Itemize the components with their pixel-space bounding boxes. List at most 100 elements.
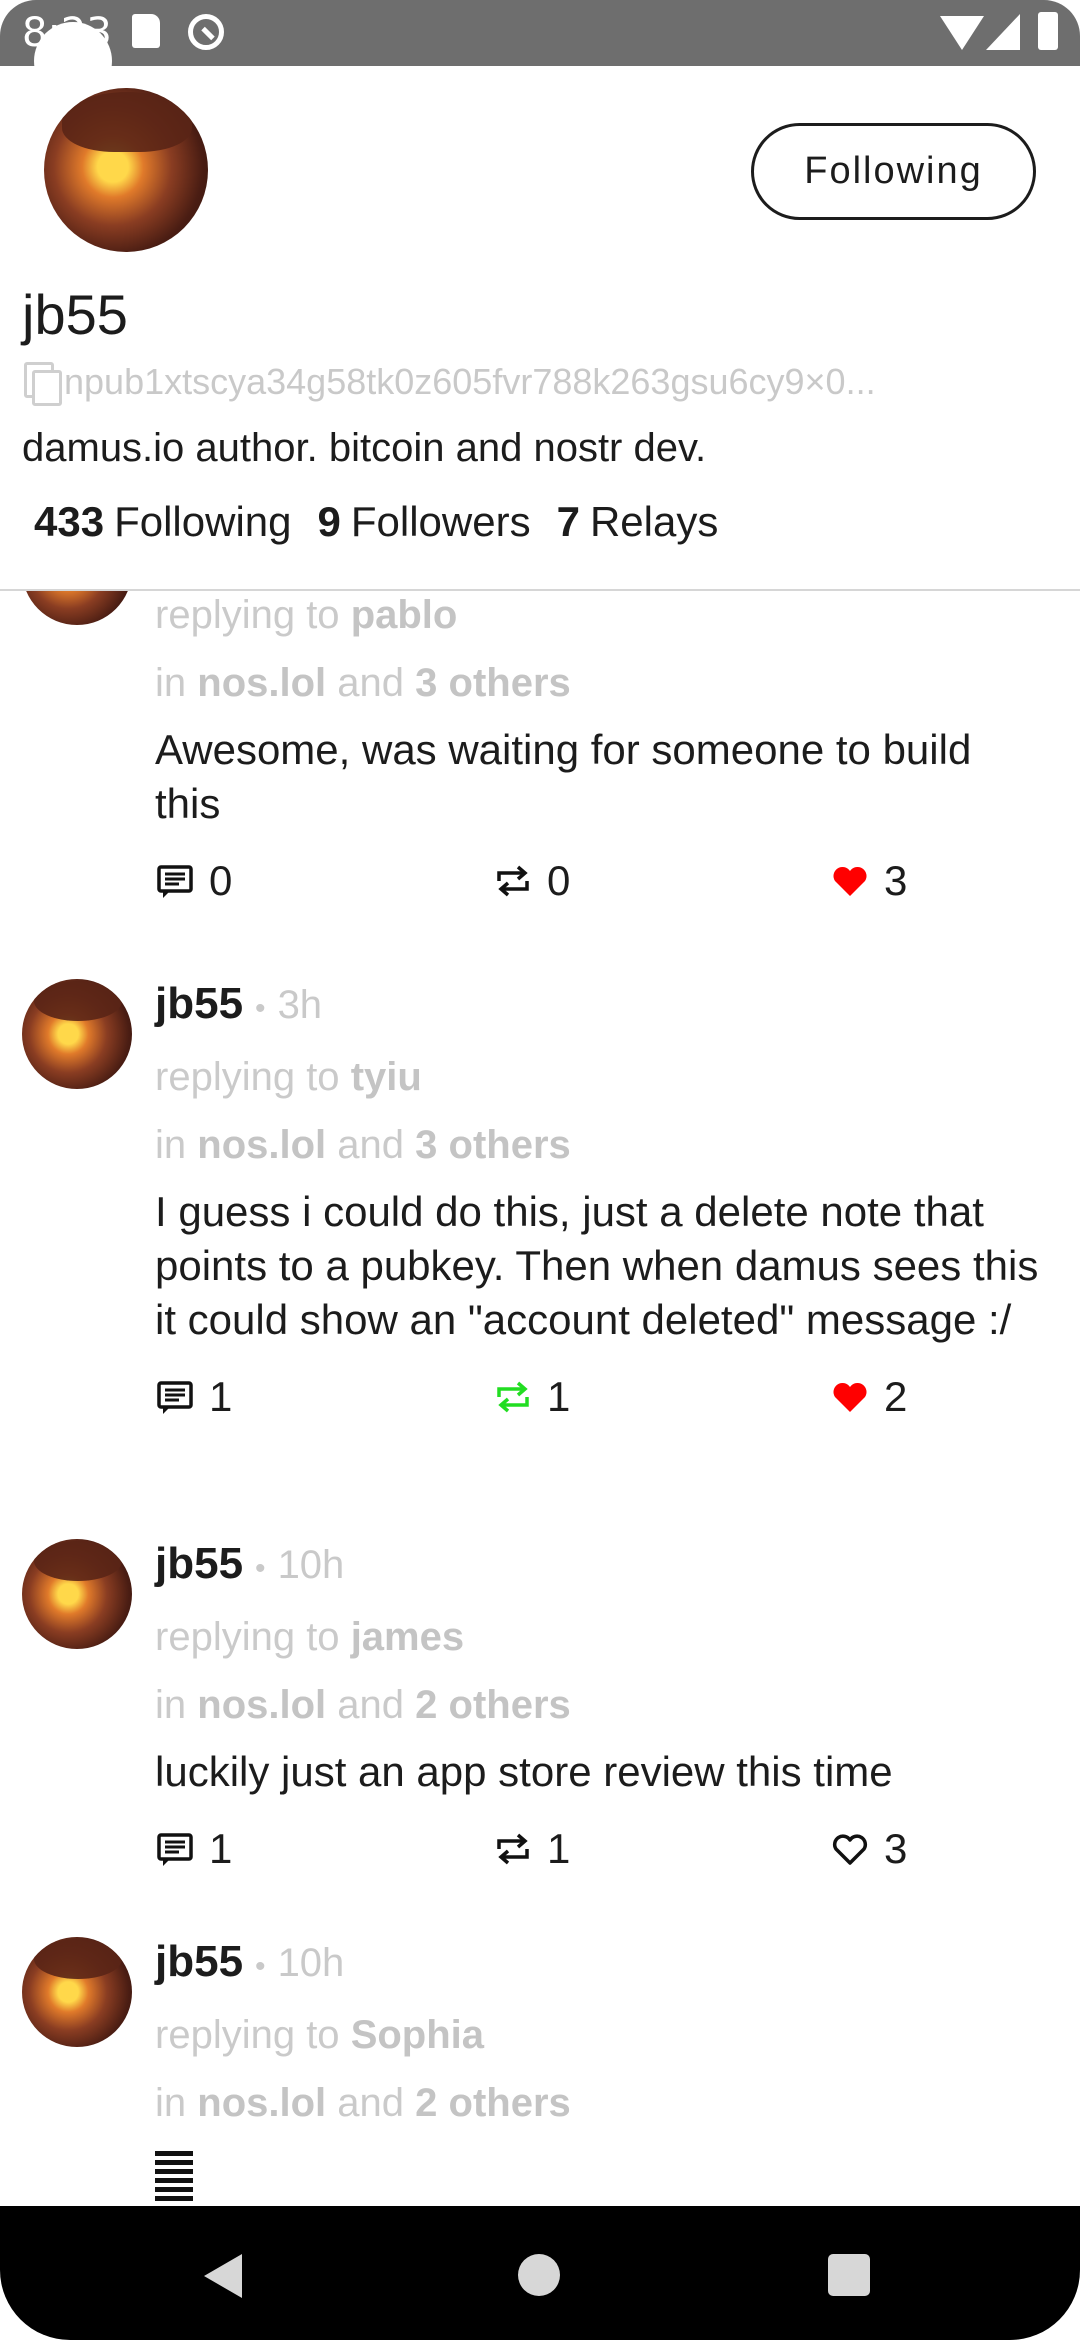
heart-outline-icon: [830, 1829, 870, 1869]
followers-count: 9: [317, 498, 341, 545]
npub-text[interactable]: npub1xtscya34g58tk0z605fvr788k263gsu6cy9…: [64, 361, 1064, 403]
replying-to-user[interactable]: james: [351, 1615, 464, 1659]
replying-to-user[interactable]: Sophia: [351, 2013, 484, 2057]
in-prefix: in: [155, 661, 187, 705]
following-count: 433: [34, 498, 105, 545]
following-button[interactable]: Following: [751, 123, 1036, 220]
in-prefix: in: [155, 1123, 187, 1167]
post-time: 10h: [277, 1543, 345, 1587]
heart-icon: [830, 1377, 870, 1417]
post-author[interactable]: jb55: [155, 1937, 243, 1987]
post-header: jb55 • 3h: [155, 979, 1055, 1043]
copy-icon[interactable]: [24, 362, 62, 406]
followers-label: Followers: [350, 498, 531, 545]
like-count: 3: [884, 1825, 908, 1872]
replying-prefix: replying to: [155, 593, 340, 637]
post-actions: 0 0 3: [155, 851, 1055, 911]
text-content-icon: [155, 2151, 193, 2201]
post-content: I guess i could do this, just a delete n…: [155, 1188, 1039, 1343]
post-header: jb55 • 10h: [155, 1937, 1055, 2001]
repost-button[interactable]: 0: [493, 851, 570, 911]
separator-dot: •: [255, 1552, 266, 1585]
replying-to-line: replying to tyiu: [155, 1043, 1055, 1111]
reply-button[interactable]: 1: [155, 1819, 232, 1879]
reply-icon: [155, 1377, 195, 1417]
heart-icon: [830, 861, 870, 901]
and-label: and: [337, 1683, 405, 1727]
replying-prefix: replying to: [155, 1615, 340, 1659]
repost-button[interactable]: 1: [493, 1367, 570, 1427]
system-nav-bar: [0, 2206, 1080, 2340]
post-author[interactable]: jb55: [155, 979, 243, 1029]
profile-stats: 433 Following 9 Followers 7 Relays: [34, 498, 744, 546]
signal-icon: [986, 14, 1020, 50]
post-avatar[interactable]: [22, 1539, 132, 1649]
and-label: and: [337, 1123, 405, 1167]
npub-row[interactable]: npub1xtscya34g58tk0z605fvr788k263gsu6cy9…: [24, 360, 1064, 406]
relay-others[interactable]: 2 others: [415, 1683, 571, 1727]
replying-to-user[interactable]: tyiu: [351, 1055, 422, 1099]
replying-to-line: replying to james: [155, 1603, 1055, 1671]
back-icon[interactable]: [204, 2254, 242, 2298]
home-icon[interactable]: [518, 2254, 560, 2296]
reply-icon: [155, 861, 195, 901]
and-label: and: [337, 2081, 405, 2125]
like-count: 2: [884, 1373, 908, 1420]
relay-name[interactable]: nos.lol: [197, 661, 326, 705]
post-time: 3h: [277, 983, 323, 1027]
reply-button[interactable]: 0: [155, 851, 232, 911]
reply-button[interactable]: 1: [155, 1367, 232, 1427]
profile-display-name: jb55: [22, 283, 128, 346]
replying-to-line: replying to Sophia: [155, 2001, 1055, 2069]
relay-name[interactable]: nos.lol: [197, 2081, 326, 2125]
relay-name[interactable]: nos.lol: [197, 1683, 326, 1727]
relay-others[interactable]: 3 others: [415, 1123, 571, 1167]
post-actions: 1 1 3: [155, 1819, 1055, 1879]
status-bar: 8:23: [0, 0, 1080, 66]
battery-icon: [1038, 12, 1058, 50]
following-label: Following: [114, 498, 292, 545]
relay-name[interactable]: nos.lol: [197, 1123, 326, 1167]
repost-button[interactable]: 1: [493, 1819, 570, 1879]
like-button[interactable]: 3: [830, 851, 907, 911]
post-content: Awesome, was waiting for someone to buil…: [155, 726, 972, 827]
followers-stat[interactable]: 9 Followers: [318, 498, 531, 546]
like-button[interactable]: 3: [830, 1819, 907, 1879]
notes-feed[interactable]: replying to pablo in nos.lol and 3 other…: [0, 591, 1080, 2206]
like-button[interactable]: 2: [830, 1367, 907, 1427]
in-prefix: in: [155, 1683, 187, 1727]
repost-icon: [493, 1829, 533, 1869]
post-time: 10h: [277, 1941, 345, 1985]
reply-count: 1: [209, 1825, 233, 1872]
reply-count: 0: [209, 857, 233, 904]
separator-dot: •: [255, 1950, 266, 1983]
recents-icon[interactable]: [828, 2254, 870, 2296]
profile-avatar[interactable]: [44, 88, 208, 252]
relays-count: 7: [556, 498, 580, 545]
relays-label: Relays: [589, 498, 719, 545]
repost-count: 1: [547, 1825, 571, 1872]
reply-icon: [155, 1829, 195, 1869]
relay-line: in nos.lol and 3 others: [155, 649, 1055, 717]
separator-dot: •: [255, 992, 266, 1025]
post-avatar[interactable]: [22, 979, 132, 1089]
post-actions: 1 1 2: [155, 1367, 1055, 1427]
following-stat[interactable]: 433 Following: [34, 498, 292, 546]
replying-prefix: replying to: [155, 2013, 340, 2057]
relay-others[interactable]: 2 others: [415, 2081, 571, 2125]
repost-count: 0: [547, 857, 571, 904]
wifi-icon: [940, 16, 984, 50]
vpn-icon: [188, 14, 224, 50]
relay-others[interactable]: 3 others: [415, 661, 571, 705]
relays-stat[interactable]: 7 Relays: [557, 498, 719, 546]
relay-line: in nos.lol and 2 others: [155, 2069, 1055, 2137]
reply-count: 1: [209, 1373, 233, 1420]
relay-line: in nos.lol and 3 others: [155, 1111, 1055, 1179]
repost-count: 1: [547, 1373, 571, 1420]
post-avatar[interactable]: [22, 591, 132, 625]
post-avatar[interactable]: [22, 1937, 132, 2047]
post-header: jb55 • 10h: [155, 1539, 1055, 1603]
repost-icon: [493, 1377, 533, 1417]
replying-to-user[interactable]: pablo: [351, 593, 458, 637]
post-author[interactable]: jb55: [155, 1539, 243, 1589]
